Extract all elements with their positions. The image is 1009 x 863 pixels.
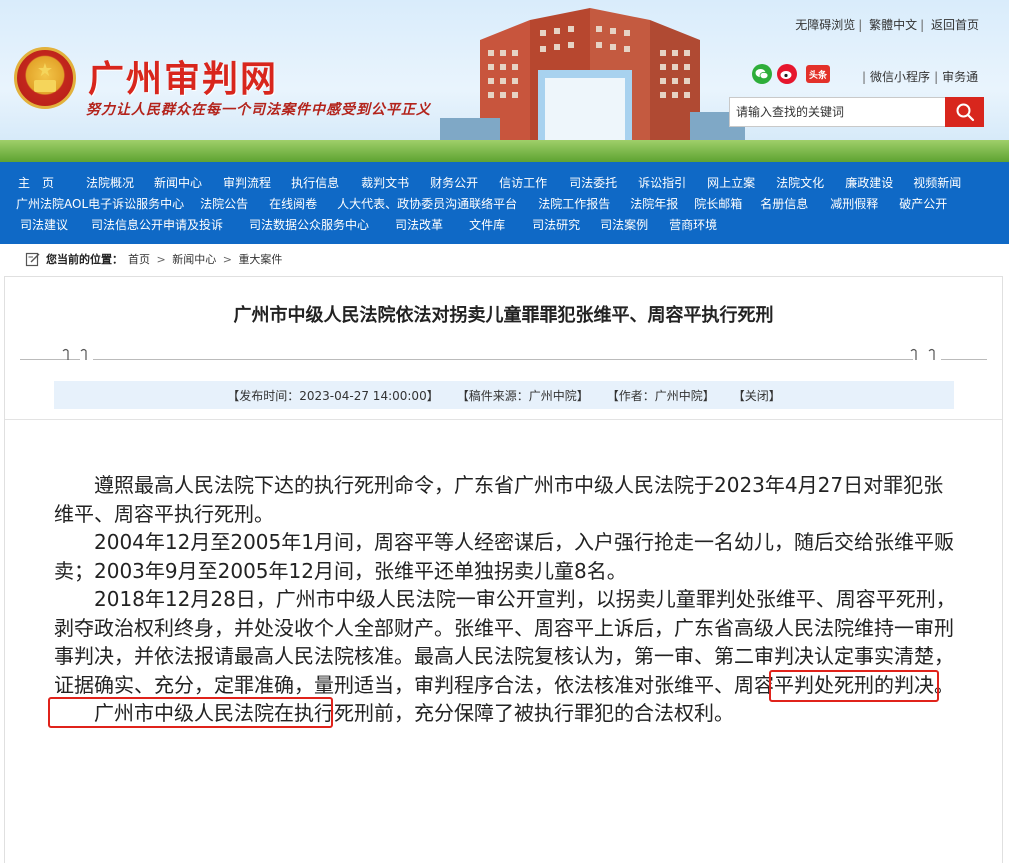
nav-item-news-center[interactable]: 新闻中心 [154, 174, 202, 191]
traditional-chinese-link[interactable]: 繁體中文 [869, 18, 917, 32]
nav-item-roster-info[interactable]: 名册信息 [760, 195, 808, 212]
article-panel: 广州市中级人民法院依法对拐卖儿童罪罪犯张维平、周容平执行死刑 【发布时间：202… [4, 276, 1003, 863]
nav-item-document-library[interactable]: 文件库 [469, 216, 505, 233]
article-paragraph: 遵照最高人民法院下达的执行死刑命令，广东省广州市中级人民法院于2023年4月27… [54, 473, 944, 526]
nav-row-1: 主 页 法院概况 新闻中心 审判流程 执行信息 裁判文书 财务公开 信访工作 司… [18, 172, 991, 193]
nav-item-judicial-cases[interactable]: 司法案例 [600, 216, 648, 233]
nav-item-bankruptcy[interactable]: 破产公开 [899, 195, 947, 212]
wechat-icon[interactable] [752, 64, 772, 84]
nav-item-announcements[interactable]: 法院公告 [200, 195, 248, 212]
nav-item-execution-info[interactable]: 执行信息 [291, 174, 339, 191]
site-slogan: 努力让人民群众在每一个司法案件中感受到公平正义 [86, 102, 431, 118]
nav-item-judicial-research[interactable]: 司法研究 [532, 216, 580, 233]
highlighted-verdict-text: 依法核准对张维平、周容平判处死刑的判决。 [554, 672, 954, 697]
toutiao-icon[interactable]: 头条 [806, 65, 830, 83]
nav-item-judicial-entrust[interactable]: 司法委托 [569, 174, 617, 191]
nav-item-court-overview[interactable]: 法院概况 [86, 174, 134, 191]
nav-item-judicial-reform[interactable]: 司法改革 [395, 216, 443, 233]
nav-item-online-review[interactable]: 在线阅卷 [269, 195, 317, 212]
left-ornament-icon [62, 348, 87, 360]
article-meta-bar: 【发布时间：2023-04-27 14:00:00】 【稿件来源：广州中院】 【… [54, 381, 954, 409]
wechat-miniprogram-link[interactable]: 微信小程序 [870, 70, 930, 84]
article-title: 广州市中级人民法院依法对拐卖儿童罪罪犯张维平、周容平执行死刑 [233, 305, 774, 326]
return-home-link[interactable]: 返回首页 [931, 18, 979, 32]
breadcrumb-home[interactable]: 首页 [128, 253, 150, 266]
grass-strip [0, 140, 1009, 162]
nav-item-online-filing[interactable]: 网上立案 [707, 174, 755, 191]
nav-item-work-report[interactable]: 法院工作报告 [538, 195, 610, 212]
national-emblem-icon: ★ [14, 47, 76, 109]
nav-item-finance[interactable]: 财务公开 [430, 174, 478, 191]
article-body: 遵照最高人民法院下达的执行死刑命令，广东省广州市中级人民法院于2023年4月27… [54, 471, 956, 728]
search-input[interactable] [729, 97, 945, 127]
publish-time: 【发布时间：2023-04-27 14:00:00】 [227, 388, 439, 403]
court-building-illustration [440, 8, 745, 150]
nav-item-litigation-guide[interactable]: 诉讼指引 [638, 174, 686, 191]
nav-item-president-mailbox[interactable]: 院长邮箱 [694, 195, 742, 212]
meta-divider [5, 419, 1002, 420]
top-links: 无障碍浏览 | 繁體中文 | 返回首页 [795, 18, 979, 32]
site-title: 广州审判网 [88, 58, 279, 100]
nav-item-judicial-advice[interactable]: 司法建议 [20, 216, 68, 233]
article-paragraph: 广州市中级人民法院在执行死刑前，充分保障了被执行罪犯的合法权利。 [94, 701, 734, 725]
nav-item-integrity[interactable]: 廉政建设 [845, 174, 893, 191]
right-ornament-icon [910, 348, 935, 360]
nav-item-video-news[interactable]: 视频新闻 [913, 174, 961, 191]
nav-item-aol-service[interactable]: 广州法院AOL电子诉讼服务中心 [16, 195, 184, 212]
main-nav: 主 页 法院概况 新闻中心 审判流程 执行信息 裁判文书 财务公开 信访工作 司… [0, 162, 1009, 244]
shenwutong-link[interactable]: 审务通 [942, 70, 978, 84]
nav-item-petitions[interactable]: 信访工作 [499, 174, 547, 191]
breadcrumb-label: 您当前的位置： [46, 253, 123, 266]
breadcrumb-major-cases[interactable]: 重大案件 [238, 253, 282, 266]
close-link[interactable]: 【关闭】 [733, 389, 781, 403]
breadcrumb-separator: > [222, 253, 232, 266]
article-author: 【作者：广州中院】 [606, 388, 715, 403]
title-divider-right [941, 359, 987, 360]
breadcrumb-news-center[interactable]: 新闻中心 [172, 253, 216, 266]
nav-item-annual-report[interactable]: 法院年报 [630, 195, 678, 212]
nav-item-business-environment[interactable]: 营商环境 [669, 216, 717, 233]
article-paragraph: 2004年12月至2005年1月间，周容平等人经密谋后，入户强行抢走一名幼儿，随… [54, 530, 954, 583]
nav-item-home[interactable]: 主 页 [18, 174, 54, 191]
article-paragraph: 2018年12月28日，广州市中级人民法院一审公开宣判，以拐卖儿童罪判处张维平、… [54, 585, 956, 699]
nav-item-judgments[interactable]: 裁判文书 [361, 174, 409, 191]
nav-item-court-culture[interactable]: 法院文化 [776, 174, 824, 191]
nav-item-trial-process[interactable]: 审判流程 [223, 174, 271, 191]
search-button[interactable] [945, 97, 984, 127]
nav-item-info-disclosure-request[interactable]: 司法信息公开申请及投诉 [91, 216, 223, 233]
mini-links: | 微信小程序 | 审务通 [862, 70, 979, 84]
site-header: ★ 广州审判网 努力让人民群众在每一个司法案件中感受到公平正义 无障碍浏览 | 繁… [0, 0, 1009, 162]
nav-row-2: 广州法院AOL电子诉讼服务中心 法院公告 在线阅卷 人大代表、政协委员沟通联络平… [16, 193, 991, 214]
breadcrumb-separator: > [156, 253, 166, 266]
accessibility-link[interactable]: 无障碍浏览 [795, 18, 855, 32]
nav-row-3: 司法建议 司法信息公开申请及投诉 司法数据公众服务中心 司法改革 文件库 司法研… [20, 214, 991, 235]
breadcrumb: 您当前的位置： 首页 > 新闻中心 > 重大案件 [25, 251, 282, 267]
title-divider [93, 359, 913, 360]
search-bar [729, 97, 984, 127]
social-icons: 头条 [752, 64, 830, 84]
search-icon [956, 103, 974, 122]
edit-note-icon [25, 252, 40, 267]
article-source: 【稿件来源：广州中院】 [456, 388, 589, 403]
nav-item-commutation-parole[interactable]: 减刑假释 [830, 195, 878, 212]
nav-item-deputies-platform[interactable]: 人大代表、政协委员沟通联络平台 [337, 195, 517, 212]
weibo-icon[interactable] [777, 64, 797, 84]
nav-item-data-service-center[interactable]: 司法数据公众服务中心 [249, 216, 369, 233]
